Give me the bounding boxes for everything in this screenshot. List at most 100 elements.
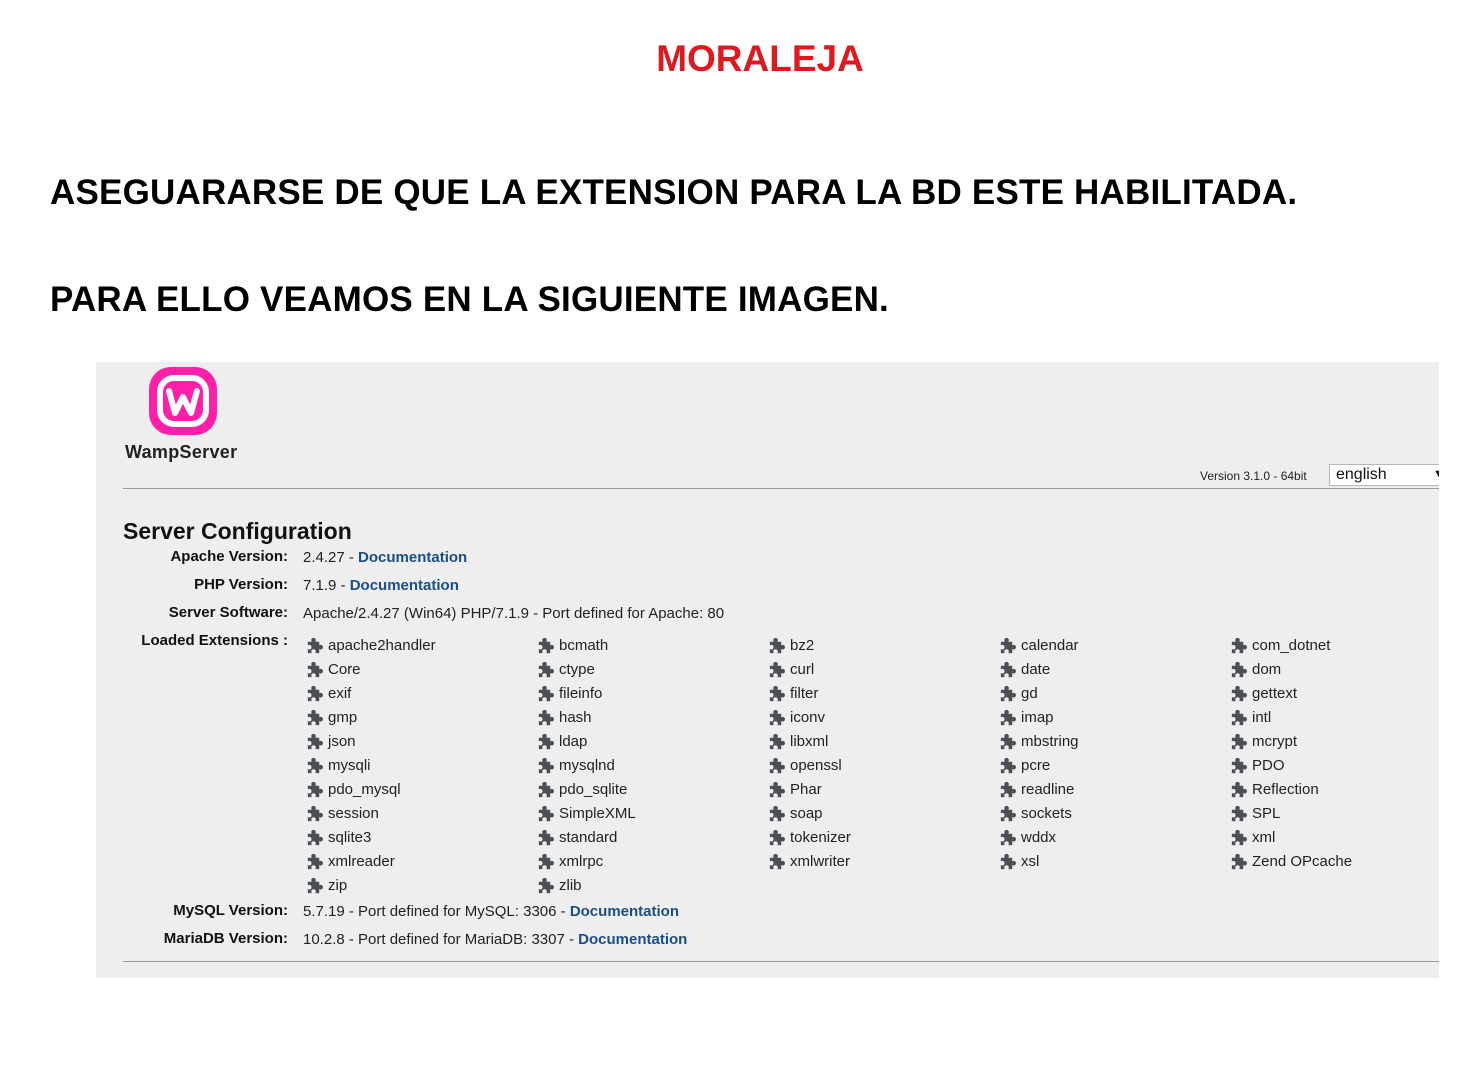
extension-name: date xyxy=(1021,660,1051,678)
extension-item: Zend OPcache xyxy=(1229,849,1439,873)
loaded-extensions-label: Loaded Extensions : xyxy=(141,632,288,649)
extension-name: sockets xyxy=(1021,804,1072,822)
extension-name: Zend OPcache xyxy=(1252,852,1353,870)
extension-item: ldap xyxy=(536,729,767,753)
extension-item: tokenizer xyxy=(767,825,998,849)
puzzle-piece-icon xyxy=(1231,685,1247,701)
extension-name: gettext xyxy=(1252,684,1298,702)
extension-item: hash xyxy=(536,705,767,729)
puzzle-piece-icon xyxy=(1000,853,1016,869)
puzzle-piece-icon xyxy=(769,685,785,701)
extension-name: tokenizer xyxy=(790,828,851,846)
puzzle-piece-icon xyxy=(769,733,785,749)
extension-name: session xyxy=(328,804,379,822)
extension-name: intl xyxy=(1252,708,1272,726)
extension-item: json xyxy=(305,729,536,753)
puzzle-piece-icon xyxy=(307,781,323,797)
extension-item: xsl xyxy=(998,849,1229,873)
php-version-row: PHP Version: 7.1.9 - Documentation xyxy=(96,576,1439,598)
extension-item: wddx xyxy=(998,825,1229,849)
extension-item: SimpleXML xyxy=(536,801,767,825)
puzzle-piece-icon xyxy=(1231,829,1247,845)
extension-item: date xyxy=(998,657,1229,681)
extension-name: com_dotnet xyxy=(1252,636,1331,654)
divider xyxy=(123,961,1439,962)
extension-name: sqlite3 xyxy=(328,828,372,846)
extension-item: PDO xyxy=(1229,753,1439,777)
puzzle-piece-icon xyxy=(538,853,554,869)
php-version-label: PHP Version: xyxy=(194,576,288,593)
extension-name: gmp xyxy=(328,708,358,726)
extension-name: hash xyxy=(559,708,592,726)
extension-item: imap xyxy=(998,705,1229,729)
extension-item: libxml xyxy=(767,729,998,753)
puzzle-piece-icon xyxy=(538,733,554,749)
puzzle-piece-icon xyxy=(1000,757,1016,773)
puzzle-piece-icon xyxy=(538,661,554,677)
extension-item: zip xyxy=(305,873,536,897)
extension-item: fileinfo xyxy=(536,681,767,705)
extension-name: mysqli xyxy=(328,756,371,774)
php-version-value: 7.1.9 - Documentation xyxy=(303,577,459,594)
extension-item: Reflection xyxy=(1229,777,1439,801)
puzzle-piece-icon xyxy=(1000,685,1016,701)
extension-name: standard xyxy=(559,828,618,846)
puzzle-piece-icon xyxy=(1231,781,1247,797)
puzzle-piece-icon xyxy=(307,637,323,653)
server-software-row: Server Software: Apache/2.4.27 (Win64) P… xyxy=(96,604,1439,626)
puzzle-piece-icon xyxy=(307,853,323,869)
mysql-documentation-link[interactable]: Documentation xyxy=(570,903,679,920)
extension-name: SimpleXML xyxy=(559,804,636,822)
extension-item: apache2handler xyxy=(305,633,536,657)
section-title: Server Configuration xyxy=(123,518,352,544)
extension-name: bcmath xyxy=(559,636,609,654)
extension-item: Core xyxy=(305,657,536,681)
php-documentation-link[interactable]: Documentation xyxy=(350,577,459,594)
extension-name: dom xyxy=(1252,660,1282,678)
extension-name: zip xyxy=(328,876,348,894)
extension-name: pcre xyxy=(1021,756,1051,774)
extension-name: apache2handler xyxy=(328,636,436,654)
extension-item: bcmath xyxy=(536,633,767,657)
extension-item: bz2 xyxy=(767,633,998,657)
extension-name: mbstring xyxy=(1021,732,1079,750)
extension-item: curl xyxy=(767,657,998,681)
puzzle-piece-icon xyxy=(1000,781,1016,797)
puzzle-piece-icon xyxy=(769,709,785,725)
mariadb-version-label: MariaDB Version: xyxy=(163,930,288,947)
extension-item: xmlreader xyxy=(305,849,536,873)
extension-name: openssl xyxy=(790,756,842,774)
extension-item: session xyxy=(305,801,536,825)
extension-name: calendar xyxy=(1021,636,1079,654)
apache-version-label: Apache Version: xyxy=(170,548,288,565)
extension-name: Reflection xyxy=(1252,780,1319,798)
apache-documentation-link[interactable]: Documentation xyxy=(358,549,467,566)
extension-item: readline xyxy=(998,777,1229,801)
puzzle-piece-icon xyxy=(307,805,323,821)
extension-name: fileinfo xyxy=(559,684,603,702)
server-software-value: Apache/2.4.27 (Win64) PHP/7.1.9 - Port d… xyxy=(303,605,725,622)
extension-item: filter xyxy=(767,681,998,705)
extension-name: zlib xyxy=(559,876,582,894)
puzzle-piece-icon xyxy=(307,829,323,845)
extension-item: exif xyxy=(305,681,536,705)
extension-item: openssl xyxy=(767,753,998,777)
extension-name: ldap xyxy=(559,732,588,750)
puzzle-piece-icon xyxy=(307,757,323,773)
extension-item: zlib xyxy=(536,873,767,897)
brand-name: WampServer xyxy=(125,442,238,462)
mariadb-documentation-link[interactable]: Documentation xyxy=(578,931,687,948)
puzzle-piece-icon xyxy=(1000,733,1016,749)
extension-item: soap xyxy=(767,801,998,825)
extension-item: sqlite3 xyxy=(305,825,536,849)
puzzle-piece-icon xyxy=(538,709,554,725)
language-select[interactable]: english ▼ xyxy=(1329,464,1439,486)
puzzle-piece-icon xyxy=(1231,661,1247,677)
puzzle-piece-icon xyxy=(769,637,785,653)
puzzle-piece-icon xyxy=(538,877,554,893)
extension-name: curl xyxy=(790,660,815,678)
extensions-grid: apache2handler bcmath bz2 calendar com_dotne… xyxy=(305,633,1439,897)
extension-name: soap xyxy=(790,804,823,822)
puzzle-piece-icon xyxy=(1231,709,1247,725)
puzzle-piece-icon xyxy=(307,877,323,893)
